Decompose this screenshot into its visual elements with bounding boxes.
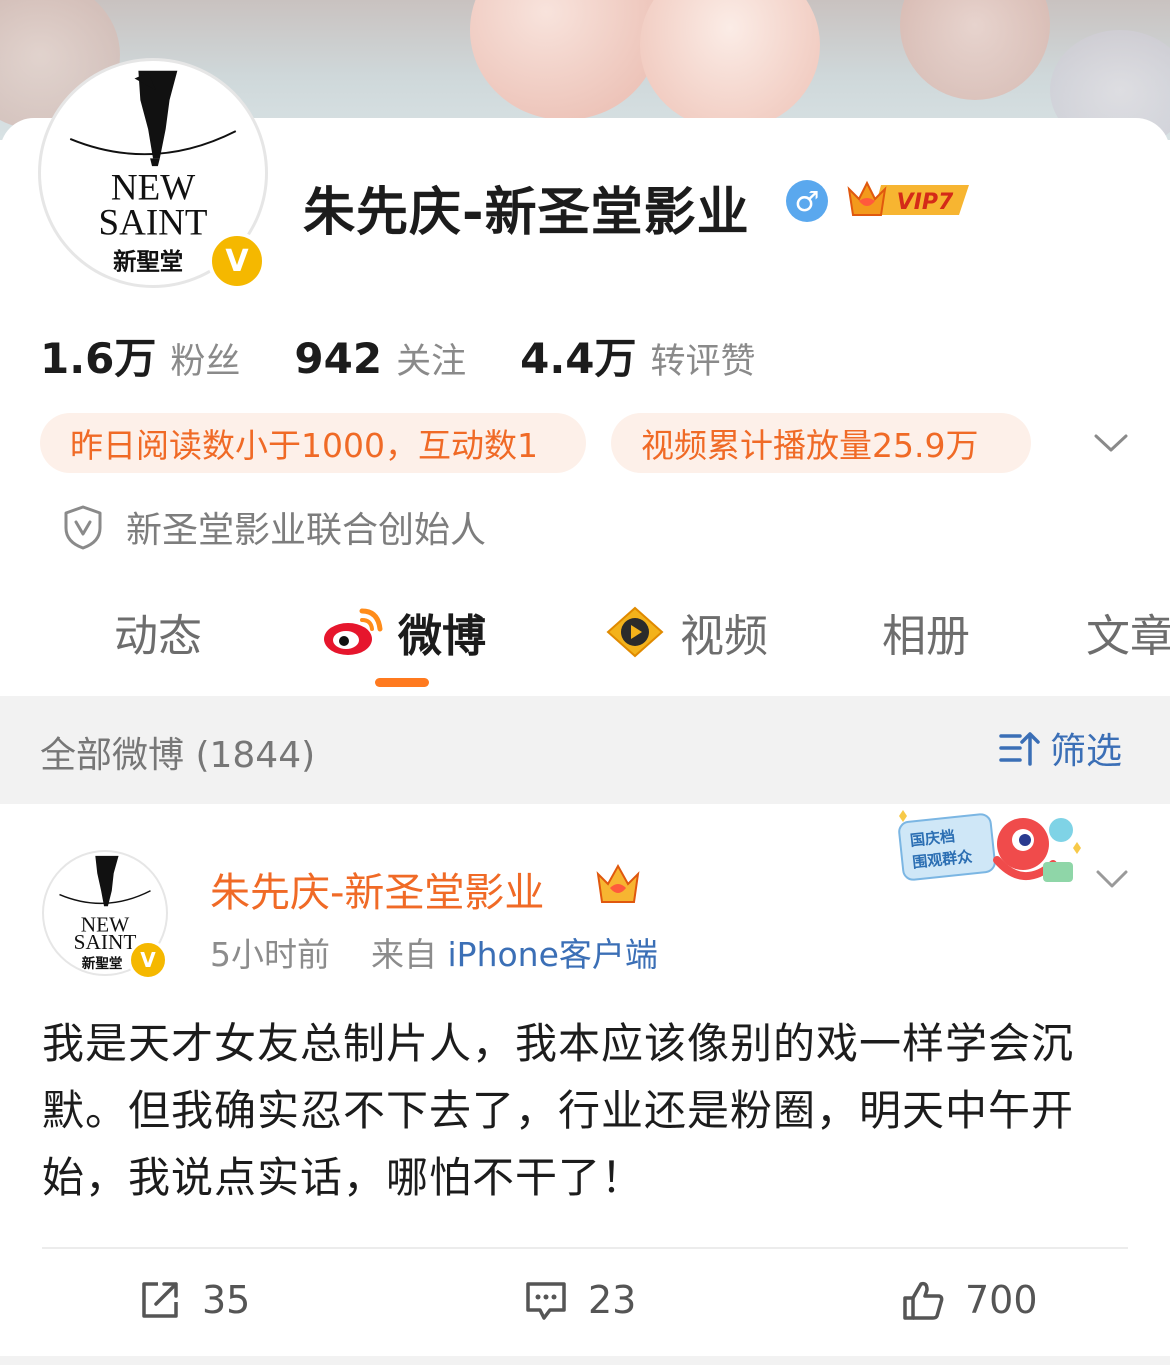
feed-separator [0, 1356, 1170, 1365]
stat-label: 关注 [396, 342, 467, 382]
post-author-name[interactable]: 朱先庆-新圣堂影业 [210, 860, 544, 918]
like-button[interactable]: 700 [901, 1274, 1038, 1326]
tab-articles[interactable]: 文章 [1086, 600, 1170, 664]
stat-value: 1.6万 [40, 334, 157, 383]
certification-row: 新圣堂影业联合创始人 [62, 503, 486, 551]
stat-label: 转评赞 [650, 342, 756, 382]
post-count-label: 全部微博 (1844) [40, 735, 316, 776]
certification-text: 新圣堂影业联合创始人 [126, 510, 487, 551]
svg-text:新聖堂: 新聖堂 [113, 247, 183, 275]
post-meta: 5小时前 来自 iPhone客户端 [210, 928, 658, 976]
weibo-icon [324, 608, 383, 655]
filter-bar: 全部微博 (1844) 筛选 [0, 696, 1170, 804]
like-count: 700 [965, 1278, 1038, 1322]
svg-text:VIP7: VIP7 [897, 190, 954, 215]
shield-icon [64, 505, 102, 550]
crown-icon [596, 863, 640, 903]
stat-value: 4.4万 [520, 334, 637, 383]
engagement-stat[interactable]: 4.4万 转评赞 [520, 325, 755, 386]
video-plays-pill[interactable]: 视频累计播放量25.9万 [611, 413, 1031, 473]
thumbs-up-icon [903, 1281, 944, 1320]
svg-text:新聖堂: 新聖堂 [82, 955, 123, 972]
filter-button[interactable]: 筛选 [998, 724, 1122, 772]
active-tab-indicator [375, 678, 429, 687]
verified-badge-icon: V [208, 232, 266, 290]
stat-label: 粉丝 [170, 342, 241, 382]
post-source[interactable]: iPhone客户端 [448, 935, 658, 974]
comment-button[interactable]: 23 [524, 1274, 636, 1326]
tab-label: 文章 [1086, 611, 1170, 662]
tab-label: 微博 [398, 611, 486, 662]
post-divider [42, 1247, 1128, 1249]
tab-weibo[interactable]: 微博 [322, 600, 486, 664]
comment-count: 23 [588, 1278, 637, 1322]
post-body-text: 我是天才女友总制片人，我本应该像别的戏一样学会沉默。但我确实忍不下去了，行业还是… [42, 1019, 1075, 1202]
post-menu-chevron-icon[interactable] [1094, 866, 1130, 892]
profile-name: 朱先庆-新圣堂影业 [303, 183, 750, 243]
tab-label: 相册 [882, 611, 970, 662]
repost-icon [142, 1282, 178, 1318]
tab-label: 视频 [680, 611, 768, 662]
tab-label: 动态 [114, 611, 202, 662]
tab-album[interactable]: 相册 [882, 600, 970, 664]
stat-value: 942 [294, 334, 383, 383]
svg-text:SAINT: SAINT [74, 930, 137, 954]
reading-stats-pill[interactable]: 昨日阅读数小于1000，互动数1 [40, 413, 586, 473]
repost-count: 35 [202, 1278, 251, 1322]
filter-label: 筛选 [1050, 731, 1123, 772]
profile-stats: 1.6万 粉丝 942 关注 4.4万 转评赞 [40, 325, 810, 384]
followers-stat[interactable]: 1.6万 粉丝 [40, 325, 240, 386]
vip-badge-icon[interactable]: VIP7 [845, 175, 973, 223]
tab-dynamics[interactable]: 动态 [114, 600, 202, 664]
svg-text:SAINT: SAINT [99, 202, 208, 243]
post-source-prefix: 来自 [371, 935, 437, 974]
chevron-down-icon[interactable] [1092, 428, 1130, 458]
comment-icon [526, 1282, 566, 1320]
following-stat[interactable]: 942 关注 [294, 333, 466, 384]
verified-badge-icon: V [128, 940, 168, 980]
post-time: 5小时前 [210, 935, 330, 974]
repost-button[interactable]: 35 [138, 1274, 250, 1326]
male-gender-icon: ♂ [786, 180, 828, 222]
video-play-icon [606, 606, 664, 658]
event-badge-icon[interactable]: 国庆档 围观群众 [893, 808, 1083, 894]
tab-video[interactable]: 视频 [604, 600, 768, 664]
profile-tabs: 动态 微博 视频 相册 文章 [0, 600, 1170, 670]
filter-sort-icon [999, 732, 1040, 766]
